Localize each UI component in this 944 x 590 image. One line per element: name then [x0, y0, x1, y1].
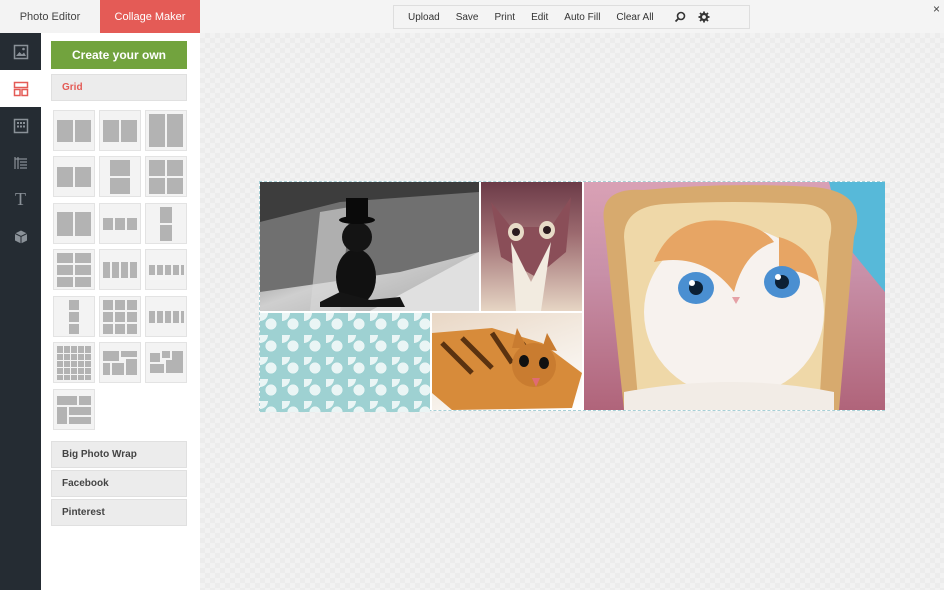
gear-icon[interactable]	[692, 6, 716, 28]
auto-fill-button[interactable]: Auto Fill	[556, 6, 608, 28]
layout-thumbnail[interactable]	[53, 389, 95, 430]
layout-thumbnail[interactable]	[145, 296, 187, 337]
layout-thumbnail[interactable]	[145, 249, 187, 290]
rail-item-backgrounds[interactable]	[0, 107, 41, 144]
layout-thumbnail[interactable]	[99, 156, 141, 197]
image-icon	[13, 44, 28, 59]
layout-thumbnail[interactable]	[145, 342, 187, 383]
rail-item-text[interactable]: T	[0, 181, 41, 218]
layout-thumbnail[interactable]	[53, 203, 95, 244]
search-icon[interactable]	[668, 6, 692, 28]
layout-thumbnail[interactable]	[145, 156, 187, 197]
print-button[interactable]: Print	[487, 6, 524, 28]
pinterest-section[interactable]: Pinterest	[51, 499, 187, 526]
bread-cat-photo	[603, 182, 885, 410]
mode-tabs: Photo Editor Collage Maker	[0, 0, 200, 39]
create-your-own-button[interactable]: Create your own	[51, 41, 187, 69]
tool-rail: T	[0, 33, 41, 590]
rail-item-stickers[interactable]	[0, 218, 41, 255]
black-kitten-photo	[260, 182, 479, 311]
texture-icon	[13, 156, 27, 169]
pattern-icon	[13, 118, 28, 133]
save-button[interactable]: Save	[448, 6, 487, 28]
photo-cell-sepia-cat[interactable]	[481, 182, 582, 311]
layout-thumbnail[interactable]	[145, 203, 187, 244]
layout-thumbnail[interactable]	[99, 110, 141, 151]
layout-thumbnail[interactable]	[53, 110, 95, 151]
facebook-section[interactable]: Facebook	[51, 470, 187, 497]
rail-item-photos[interactable]	[0, 33, 41, 70]
collage-canvas	[259, 181, 885, 412]
layout-thumbnail[interactable]	[99, 296, 141, 337]
layout-thumbnail[interactable]	[99, 203, 141, 244]
layout-thumbnail[interactable]	[145, 110, 187, 151]
photo-cell-bread-cat[interactable]	[584, 182, 885, 410]
grid-section-header[interactable]: Grid	[51, 74, 187, 101]
photo-cell-tabby-kitten[interactable]	[432, 313, 582, 410]
rail-item-layouts[interactable]	[0, 70, 41, 107]
layout-thumbnail[interactable]	[99, 342, 141, 383]
edit-button[interactable]: Edit	[523, 6, 556, 28]
tabby-kitten-photo	[432, 328, 582, 410]
tab-collage-maker[interactable]: Collage Maker	[100, 0, 200, 39]
layout-panel: Create your own Grid Big Photo Wrap Face…	[41, 33, 200, 590]
big-photo-wrap-section[interactable]: Big Photo Wrap	[51, 441, 187, 468]
layout-thumbnail[interactable]	[53, 156, 95, 197]
photo-cell-black-kitten[interactable]	[260, 182, 479, 311]
tab-photo-editor[interactable]: Photo Editor	[0, 0, 100, 33]
sepia-cat-photo	[491, 197, 571, 311]
top-toolbar: Upload Save Print Edit Auto Fill Clear A…	[393, 5, 750, 29]
layout-thumbnail[interactable]	[53, 249, 95, 290]
layout-icon	[13, 81, 28, 96]
close-icon[interactable]: ×	[933, 2, 940, 16]
clear-all-button[interactable]: Clear All	[608, 6, 661, 28]
cube-icon	[14, 230, 27, 243]
rail-item-text-styles[interactable]	[0, 144, 41, 181]
layout-thumbnail[interactable]	[99, 249, 141, 290]
pattern-fill-cell[interactable]	[260, 313, 430, 412]
upload-button[interactable]: Upload	[394, 6, 448, 28]
layout-thumbnail[interactable]	[53, 296, 95, 337]
layout-thumbnail[interactable]	[53, 342, 95, 383]
text-icon: T	[15, 189, 26, 209]
